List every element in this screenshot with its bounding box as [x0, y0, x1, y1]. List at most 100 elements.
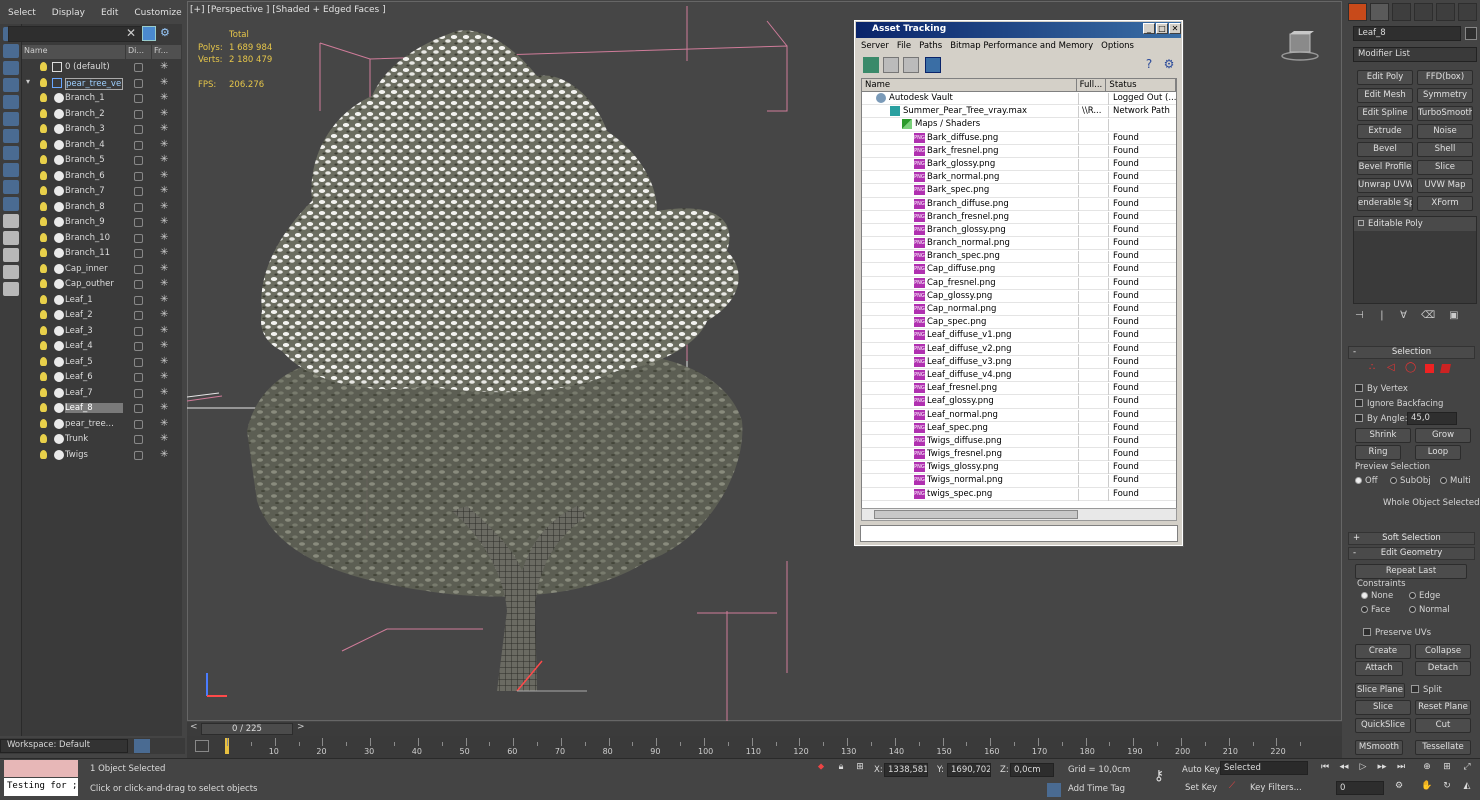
freeze-toggle-icon[interactable]: ✳ — [160, 170, 168, 181]
slice-modifier-button[interactable]: Slice — [1417, 160, 1473, 175]
freeze-toggle-icon[interactable]: ✳ — [160, 92, 168, 103]
viewcube-icon[interactable] — [1280, 30, 1320, 62]
configure-sets-icon[interactable]: ▣ — [1449, 310, 1472, 321]
visibility-bulb-icon[interactable] — [40, 108, 47, 118]
visibility-bulb-icon[interactable] — [40, 387, 47, 397]
split-checkbox[interactable]: Split — [1411, 685, 1442, 695]
freeze-toggle-icon[interactable]: ✳ — [160, 154, 168, 165]
asset-col-full[interactable]: Full... — [1077, 79, 1107, 91]
expand-icon[interactable] — [1358, 220, 1364, 226]
freeze-toggle-icon[interactable]: ✳ — [160, 402, 168, 413]
visibility-bulb-icon[interactable] — [40, 279, 47, 288]
object-row[interactable]: Branch_9 ✳ — [22, 215, 178, 231]
display-toggle-icon[interactable] — [134, 419, 143, 429]
display-toggle-icon[interactable] — [134, 280, 143, 289]
modifier-list-dropdown[interactable]: Modifier List — [1353, 47, 1477, 62]
cut-button[interactable]: Cut — [1415, 718, 1471, 733]
object-row[interactable]: Branch_8 ✳ — [22, 200, 178, 216]
hierarchy-tab-icon[interactable] — [1392, 3, 1411, 21]
object-row[interactable]: Branch_7 ✳ — [22, 184, 178, 200]
freeze-toggle-icon[interactable]: ✳ — [160, 216, 168, 227]
list-view-icon[interactable] — [883, 57, 899, 73]
border-mode-icon[interactable]: ◯ — [1405, 362, 1416, 373]
collapse-button[interactable]: Collapse — [1415, 644, 1471, 659]
edge-mode-icon[interactable]: ◁ — [1387, 362, 1395, 373]
tessellate-button[interactable]: Tessellate — [1415, 740, 1471, 755]
display-toggle-icon[interactable] — [134, 264, 143, 274]
object-row[interactable]: Leaf_2 ✳ — [22, 308, 178, 324]
visibility-bulb-icon[interactable] — [40, 62, 47, 71]
asset-row[interactable]: PNG Leaf_normal.png Found — [862, 409, 1176, 422]
menu-display[interactable]: Display — [44, 6, 93, 22]
freeze-toggle-icon[interactable]: ✳ — [160, 294, 168, 305]
display-groups-icon[interactable] — [3, 146, 19, 160]
edit-poly-button[interactable]: Edit Poly — [1357, 70, 1413, 85]
display-toggle-icon[interactable] — [134, 326, 143, 336]
visibility-bulb-icon[interactable] — [40, 217, 47, 226]
pan-icon[interactable]: ✋ — [1420, 781, 1434, 795]
close-button[interactable]: ✕ — [1169, 23, 1181, 34]
display-containers-icon[interactable] — [3, 197, 19, 211]
object-row[interactable]: pear_tree... ✳ — [22, 417, 178, 433]
select-mode-icon[interactable] — [142, 26, 156, 41]
freeze-toggle-icon[interactable]: ✳ — [160, 325, 168, 336]
play-icon[interactable]: ▷ — [1356, 762, 1370, 776]
current-frame-field[interactable]: 0 — [1336, 781, 1384, 795]
show-end-result-icon[interactable]: ❘ — [1378, 310, 1400, 321]
absolute-mode-icon[interactable]: ⊞ — [853, 762, 867, 776]
visibility-bulb-icon[interactable] — [40, 263, 47, 273]
freeze-toggle-icon[interactable]: ✳ — [160, 263, 168, 274]
col-freeze[interactable]: Fr... — [152, 45, 182, 59]
display-toggle-icon[interactable] — [134, 63, 143, 72]
motion-tab-icon[interactable] — [1414, 3, 1433, 21]
object-row[interactable]: Leaf_3 ✳ — [22, 324, 178, 340]
display-bones-icon[interactable] — [3, 180, 19, 194]
asset-row[interactable]: PNG Bark_spec.png Found — [862, 184, 1176, 198]
freeze-toggle-icon[interactable]: ✳ — [160, 108, 168, 119]
context-help-icon[interactable]: ⚙ — [1161, 57, 1177, 73]
asset-row[interactable]: PNG Leaf_diffuse_v3.png Found — [862, 356, 1176, 369]
time-slider-thumb[interactable]: 0 / 225 — [201, 723, 293, 735]
element-mode-icon[interactable] — [1440, 364, 1451, 373]
asset-row[interactable]: PNG Cap_diffuse.png Found — [862, 263, 1176, 277]
object-row[interactable]: Branch_3 ✳ — [22, 122, 178, 138]
zoom-all-icon[interactable]: ⊞ — [1440, 762, 1454, 776]
visibility-bulb-icon[interactable] — [40, 186, 47, 195]
display-lights-icon[interactable] — [3, 78, 19, 92]
create-button[interactable]: Create — [1355, 644, 1411, 659]
asset-menu-paths[interactable]: Paths — [915, 39, 946, 53]
by-vertex-checkbox[interactable]: By Vertex — [1355, 384, 1408, 394]
freeze-toggle-icon[interactable]: ✳ — [160, 309, 168, 320]
display-toggle-icon[interactable] — [134, 125, 143, 134]
asset-row[interactable]: PNG Cap_normal.png Found — [862, 303, 1176, 317]
object-color-swatch[interactable] — [1465, 27, 1477, 40]
object-row[interactable]: Cap_inner ✳ — [22, 262, 178, 278]
freeze-toggle-icon[interactable]: ✳ — [160, 356, 168, 367]
display-toggle-icon[interactable] — [134, 187, 143, 196]
viewport-label[interactable]: [+] [Perspective ] [Shaded + Edged Faces… — [190, 5, 386, 15]
polygon-mode-icon[interactable] — [1425, 364, 1434, 373]
slice-plane-button[interactable]: Slice Plane — [1355, 683, 1405, 698]
display-toggle-icon[interactable] — [134, 357, 143, 367]
constraint-edge-radio[interactable]: Edge — [1409, 591, 1440, 601]
display-geometry-icon[interactable] — [3, 44, 19, 58]
object-row[interactable]: Branch_2 ✳ — [22, 107, 178, 123]
object-row[interactable]: Branch_5 ✳ — [22, 153, 178, 169]
set-key-mode-icon[interactable]: ⚷ — [1152, 768, 1166, 784]
display-toggle-icon[interactable] — [134, 404, 143, 413]
minimize-button[interactable]: _ — [1143, 23, 1155, 34]
time-slider[interactable]: < 0 / 225 > — [187, 722, 1342, 736]
asset-menu-bitmap[interactable]: Bitmap Performance and Memory — [946, 39, 1097, 53]
visibility-bulb-icon[interactable] — [40, 434, 47, 443]
display-toggle-icon[interactable] — [134, 171, 143, 181]
add-time-tag[interactable]: Add Time Tag — [1068, 784, 1125, 794]
asset-row[interactable]: PNG Leaf_diffuse_v1.png Found — [862, 329, 1176, 343]
msmooth-button[interactable]: MSmooth — [1355, 740, 1403, 755]
asset-row[interactable]: PNG Leaf_spec.png Found — [862, 422, 1176, 435]
asset-row[interactable]: PNG Twigs_fresnel.png Found — [862, 448, 1176, 462]
asset-tracking-titlebar[interactable]: Asset Tracking — [856, 22, 1181, 38]
visibility-bulb-icon[interactable] — [40, 93, 47, 102]
set-key-button[interactable]: Set Key — [1185, 783, 1217, 793]
visibility-bulb-icon[interactable] — [40, 449, 47, 459]
asset-row[interactable]: PNG Leaf_diffuse_v2.png Found — [862, 343, 1176, 356]
